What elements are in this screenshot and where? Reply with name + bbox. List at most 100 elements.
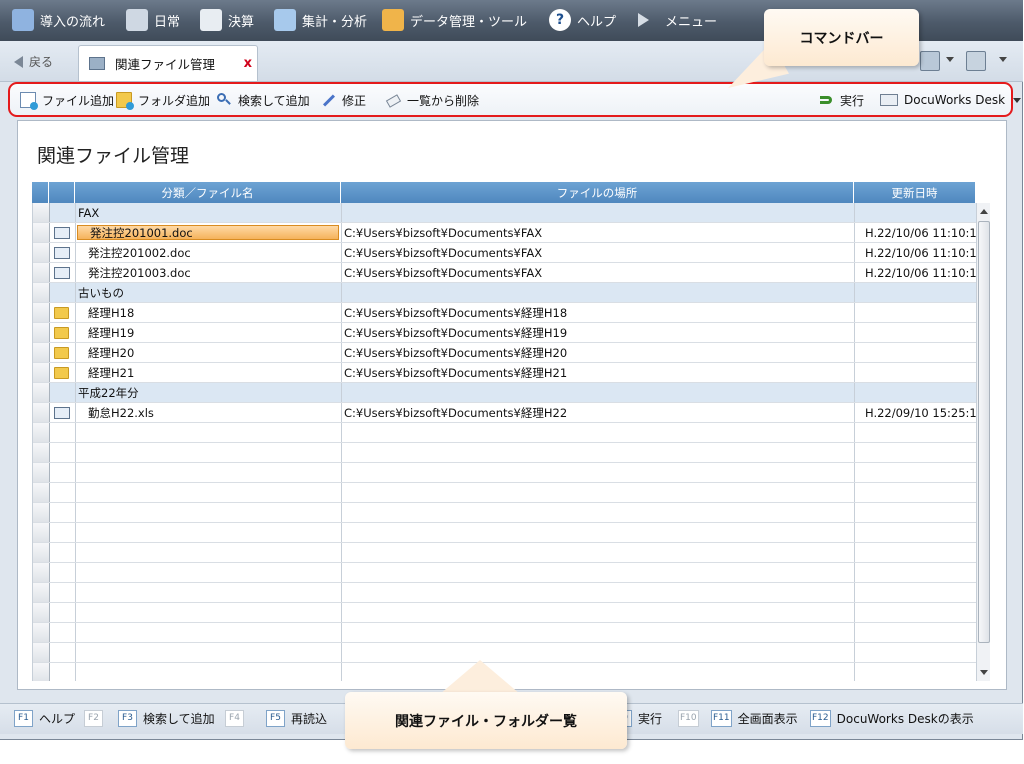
group-row[interactable]: 平成22年分 [33, 383, 977, 403]
location-cell [342, 283, 855, 302]
remove-label: 一覧から削除 [407, 93, 480, 108]
file-icon [54, 246, 70, 259]
group-row[interactable]: 古いもの [33, 283, 977, 303]
icon-cell [50, 663, 76, 681]
back-button[interactable]: 戻る [14, 53, 53, 70]
run-button[interactable]: 実行 [818, 90, 864, 110]
row-selector[interactable] [33, 583, 50, 602]
fkey-f1[interactable]: F1 ヘルプ [14, 710, 75, 727]
row-selector[interactable] [33, 243, 50, 262]
row-selector[interactable] [33, 643, 50, 662]
scroll-up-icon[interactable] [980, 209, 988, 214]
row-selector[interactable] [33, 423, 50, 442]
menu-item-intro[interactable]: 導入の流れ [12, 7, 105, 33]
table-row[interactable]: 発注控201003.doc C:¥Users¥bizsoft¥Documents¥… [33, 263, 977, 283]
row-selector[interactable] [33, 323, 50, 342]
menu-item-analysis[interactable]: 集計・分析 [274, 7, 367, 33]
star-settings-icon[interactable] [920, 51, 940, 71]
table-row[interactable]: 発注控201002.doc C:¥Users¥bizsoft¥Documents¥… [33, 243, 977, 263]
header-updated-column[interactable]: 更新日時 [854, 182, 976, 203]
updated-cell [855, 643, 977, 662]
row-selector[interactable] [33, 263, 50, 282]
row-selector[interactable] [33, 623, 50, 642]
fkey-badge: F3 [118, 710, 137, 727]
icon-cell [50, 263, 76, 282]
header-icon-column[interactable] [49, 182, 75, 203]
group-row[interactable]: FAX [33, 203, 977, 223]
fkey-badge: F11 [711, 710, 732, 727]
row-selector[interactable] [33, 563, 50, 582]
table-row[interactable]: 経理H19 C:¥Users¥bizsoft¥Documents¥経理H19 [33, 323, 977, 343]
close-tab-button[interactable]: x [244, 56, 252, 71]
header-select-column[interactable] [32, 182, 49, 203]
row-selector[interactable] [33, 203, 50, 222]
menu-item-closing[interactable]: 決算 [200, 7, 254, 33]
menu-item-menu[interactable]: メニュー [638, 7, 717, 33]
menu-item-help[interactable]: ? ヘルプ [549, 7, 616, 33]
remove-from-list-button[interactable]: 一覧から削除 [385, 90, 479, 110]
close-window-icon[interactable] [966, 51, 986, 71]
row-selector[interactable] [33, 463, 50, 482]
empty-row [33, 623, 977, 643]
table-row[interactable]: 発注控201001.doc C:¥Users¥bizsoft¥Documents¥… [33, 223, 977, 243]
icon-cell [50, 363, 76, 382]
table-row[interactable]: 勤怠H22.xls C:¥Users¥bizsoft¥Documents¥経理H2… [33, 403, 977, 423]
add-folder-label: フォルダ追加 [138, 93, 211, 108]
header-name-column[interactable]: 分類／ファイル名 [75, 182, 341, 203]
table-row[interactable]: 経理H20 C:¥Users¥bizsoft¥Documents¥経理H20 [33, 343, 977, 363]
location-cell: C:¥Users¥bizsoft¥Documents¥経理H19 [342, 323, 855, 342]
name-cell [76, 663, 342, 681]
doc-icon [200, 9, 222, 31]
tab-related-files[interactable]: 関連ファイル管理 x [78, 45, 258, 81]
row-selector[interactable] [33, 343, 50, 362]
row-selector[interactable] [33, 523, 50, 542]
table-row[interactable]: 経理H18 C:¥Users¥bizsoft¥Documents¥経理H18 [33, 303, 977, 323]
table-row[interactable]: 経理H21 C:¥Users¥bizsoft¥Documents¥経理H21 [33, 363, 977, 383]
fkey-f5[interactable]: F5 再読込 [266, 710, 327, 727]
menu-item-data-tools[interactable]: データ管理・ツール [382, 7, 527, 33]
row-selector[interactable] [33, 503, 50, 522]
updated-cell [855, 483, 977, 502]
add-folder-button[interactable]: フォルダ追加 [116, 90, 210, 110]
row-selector[interactable] [33, 223, 50, 242]
fkey-f4[interactable]: F4 [225, 710, 250, 727]
row-selector[interactable] [33, 603, 50, 622]
row-selector[interactable] [33, 303, 50, 322]
menu-item-daily[interactable]: 日常 [126, 7, 180, 33]
pen-doc-icon [126, 9, 148, 31]
header-location-column[interactable]: ファイルの場所 [341, 182, 854, 203]
fkey-f10[interactable]: F10 [678, 710, 705, 727]
folder-icon [54, 366, 69, 379]
location-cell [342, 563, 855, 582]
chevron-down-icon[interactable] [1013, 97, 1022, 103]
application-window: 導入の流れ 日常 決算 集計・分析 データ管理・ツール ? ヘルプ メニュー 戻… [0, 0, 1023, 740]
add-file-label: ファイル追加 [42, 93, 115, 108]
fkey-label: 実行 [638, 712, 663, 726]
vertical-scrollbar[interactable] [976, 203, 990, 681]
row-selector[interactable] [33, 403, 50, 422]
chevron-down-icon[interactable] [999, 57, 1007, 62]
row-selector[interactable] [33, 283, 50, 302]
row-selector[interactable] [33, 483, 50, 502]
add-file-button[interactable]: ファイル追加 [20, 90, 114, 110]
row-selector[interactable] [33, 543, 50, 562]
icon-cell [50, 623, 76, 642]
empty-row [33, 603, 977, 623]
list-icon [89, 57, 105, 70]
fkey-f3[interactable]: F3 検索して追加 [118, 710, 215, 727]
search-add-button[interactable]: 検索して追加 [216, 90, 310, 110]
row-selector[interactable] [33, 443, 50, 462]
fkey-f2[interactable]: F2 [84, 710, 109, 727]
chevron-down-icon[interactable] [946, 57, 954, 62]
fkey-f11[interactable]: F11 全画面表示 [711, 710, 798, 727]
row-selector[interactable] [33, 363, 50, 382]
row-selector[interactable] [33, 383, 50, 402]
docuworks-desk-button[interactable]: DocuWorks Desk [880, 90, 1022, 110]
name-cell [76, 443, 342, 462]
empty-row [33, 523, 977, 543]
scroll-down-icon[interactable] [980, 670, 988, 675]
edit-button[interactable]: 修正 [320, 90, 366, 110]
scroll-thumb[interactable] [978, 221, 990, 643]
row-selector[interactable] [33, 663, 50, 681]
fkey-f12[interactable]: F12 DocuWorks Deskの表示 [810, 710, 974, 727]
